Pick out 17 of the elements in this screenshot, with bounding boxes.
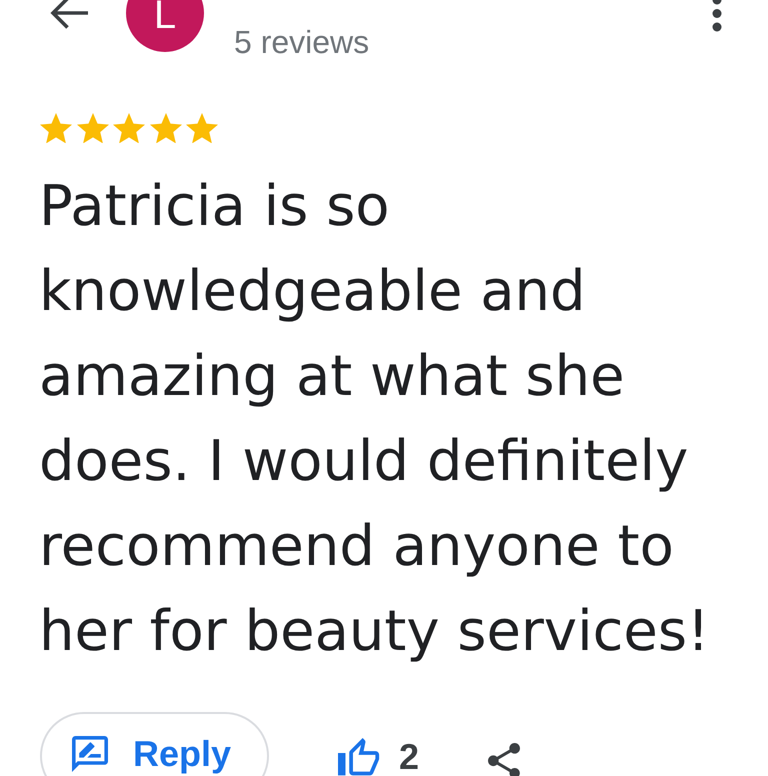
star-icon xyxy=(40,113,72,144)
vertical-dots-icon xyxy=(712,0,722,32)
star-icon xyxy=(76,113,108,144)
star-icon xyxy=(186,113,218,144)
edit-comment-icon xyxy=(72,736,108,772)
avatar: L xyxy=(126,0,204,52)
star-icon xyxy=(150,113,182,144)
review-text: Patricia is so knowledgeable and amazing at what she does. I would definitely recommend anyone to her for beauty services! xyxy=(39,173,710,666)
more-button[interactable] xyxy=(712,0,722,32)
star-icon xyxy=(113,113,145,144)
like-button[interactable]: 2 xyxy=(338,738,420,776)
review-count: 5 reviews xyxy=(234,24,370,60)
back-arrow-icon xyxy=(48,0,88,30)
share-button[interactable] xyxy=(488,743,520,776)
back-button[interactable] xyxy=(48,0,88,30)
share-icon xyxy=(488,743,520,776)
reply-button[interactable]: Reply xyxy=(40,712,270,776)
